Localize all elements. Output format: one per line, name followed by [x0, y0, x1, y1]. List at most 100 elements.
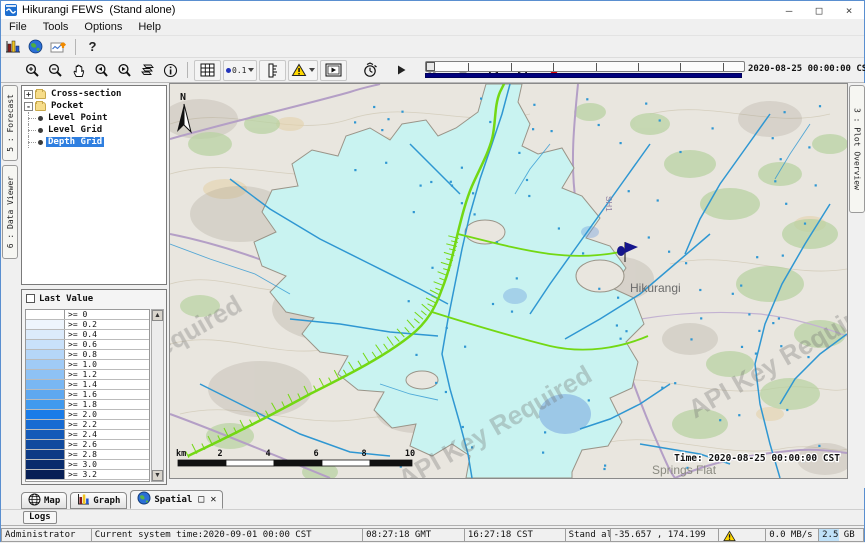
zoom-next-button[interactable] — [114, 60, 135, 80]
menu-tools[interactable]: Tools — [35, 19, 77, 35]
tree-item-depth-grid[interactable]: Depth Grid — [24, 136, 166, 148]
tab-label: Map — [44, 496, 60, 506]
legend-label: >= 0.6 — [64, 340, 149, 349]
logs-button[interactable]: Logs — [23, 511, 57, 524]
legend-table: >= 0>= 0.2>= 0.4>= 0.6>= 0.8>= 1.0>= 1.2… — [25, 309, 150, 482]
legend-row: >= 0.6 — [26, 340, 149, 350]
longitudinal-profile-button[interactable] — [262, 60, 283, 80]
data-tree: +Cross-section - Pocket Level PointLevel Gr… — [21, 85, 167, 285]
maximize-button[interactable]: □ — [804, 1, 834, 19]
timeseries-chart-button[interactable] — [48, 37, 69, 57]
tab-data-viewer[interactable]: 6 : Data Viewer — [2, 165, 18, 259]
tree-item-pocket[interactable]: - Pocket — [24, 100, 166, 112]
legend-label: >= 3.0 — [64, 460, 149, 469]
scroll-up-icon[interactable]: ▲ — [152, 310, 163, 321]
right-tab-strip: 3 : Plot Overview — [848, 83, 865, 488]
status-system-time: Current system time:2020-09-01 00:00 CST — [91, 528, 362, 542]
menu-options[interactable]: Options — [76, 19, 130, 35]
warning-icon — [722, 530, 737, 542]
tab-spatial[interactable]: Spatial□✕ — [130, 490, 223, 509]
locality-label: Springs Flat — [652, 463, 717, 477]
status-local-time: 16:27:18 CST — [464, 528, 565, 542]
tab-close-icon[interactable]: ✕ — [210, 494, 216, 505]
collapse-icon[interactable]: - — [24, 102, 33, 111]
timeline-track[interactable] — [425, 61, 745, 72]
legend-row: >= 0.8 — [26, 350, 149, 360]
threshold-display-button[interactable]: 0.1 — [223, 60, 257, 81]
map-view[interactable]: API Key Required API Key Required API Ke… — [169, 83, 848, 479]
graph-icon — [77, 493, 90, 508]
status-bar: AdministratorCurrent system time:2020-09… — [1, 525, 864, 543]
menu-file[interactable]: File — [1, 19, 35, 35]
legend-label: >= 0.2 — [64, 320, 149, 329]
legend-color-swatch — [26, 430, 64, 439]
zoom-in-button[interactable] — [22, 60, 43, 80]
tree-item-label: Level Point — [46, 113, 110, 123]
timeseries-dialog-button[interactable] — [2, 37, 23, 57]
tab-graph[interactable]: Graph — [70, 492, 127, 509]
chevron-down-icon[interactable] — [248, 68, 254, 72]
svg-text:N: N — [180, 92, 186, 103]
expand-icon[interactable]: + — [24, 90, 33, 99]
pan-button[interactable] — [68, 60, 89, 80]
tab-restore-icon[interactable]: □ — [198, 494, 204, 505]
legend-row: >= 1.2 — [26, 370, 149, 380]
tree-item-label: Pocket — [49, 101, 86, 111]
town-label: Hikurangi — [630, 281, 681, 295]
legend-label: >= 2.2 — [64, 420, 149, 429]
tree-item-cross-section[interactable]: +Cross-section — [24, 88, 166, 100]
tab-plot-overview[interactable]: 3 : Plot Overview — [849, 85, 865, 213]
layers-button[interactable] — [137, 60, 158, 80]
node-bullet-icon — [38, 128, 43, 133]
svg-text:2: 2 — [217, 449, 222, 459]
legend-color-swatch — [26, 400, 64, 409]
time-settings-button[interactable] — [359, 60, 380, 80]
view-tabs: MapGraphSpatial□✕ — [1, 488, 864, 509]
close-button[interactable]: × — [834, 1, 864, 19]
grid-display-button[interactable] — [197, 60, 218, 80]
zoom-previous-button[interactable] — [91, 60, 112, 80]
play-button[interactable] — [390, 60, 411, 80]
help-button[interactable]: ? — [82, 37, 103, 57]
legend-color-swatch — [26, 340, 64, 349]
legend-label: >= 1.0 — [64, 360, 149, 369]
warning-display-button[interactable] — [288, 60, 318, 81]
status-user: Administrator — [1, 528, 91, 542]
chevron-down-icon[interactable] — [309, 68, 315, 72]
timeline-thumb[interactable] — [426, 62, 435, 71]
scroll-down-icon[interactable]: ▼ — [152, 470, 163, 481]
legend-color-swatch — [26, 460, 64, 469]
timeline-tick — [596, 63, 597, 71]
status-gmt-time: 08:27:18 GMT — [362, 528, 464, 542]
toolbar-datetime: 2020-08-25 00:00:00 CST — [748, 64, 865, 74]
timeline-slider[interactable] — [425, 61, 745, 80]
map-time-label: Time: 2020-08-25 00:00:00 CST — [674, 453, 840, 464]
tab-label: Graph — [93, 496, 120, 506]
threshold-dot-icon — [226, 68, 231, 73]
legend-color-swatch — [26, 440, 64, 449]
legend-label: >= 1.4 — [64, 380, 149, 389]
legend-scrollbar[interactable]: ▲ ▼ — [151, 309, 164, 482]
legend-color-swatch — [26, 410, 64, 419]
node-bullet-icon — [38, 140, 43, 145]
info-button[interactable] — [160, 60, 181, 80]
legend-row: >= 2.6 — [26, 440, 149, 450]
tree-item-level-grid[interactable]: Level Grid — [24, 124, 166, 136]
tree-item-level-point[interactable]: Level Point — [24, 112, 166, 124]
map-display-button[interactable] — [25, 37, 46, 57]
last-value-checkbox[interactable] — [26, 294, 35, 303]
tab-map[interactable]: Map — [21, 492, 67, 509]
tree-item-label: Depth Grid — [46, 137, 104, 147]
menu-help[interactable]: Help — [130, 19, 169, 35]
legend-color-swatch — [26, 390, 64, 399]
zoom-out-button[interactable] — [45, 60, 66, 80]
timeline-tick — [638, 63, 639, 71]
tab-forecast[interactable]: 5 : Forecast — [2, 85, 18, 161]
animation-button[interactable] — [323, 60, 344, 80]
app-logo-icon — [5, 4, 17, 16]
app-window: Hikurangi FEWS (Stand alone) — □ × FileT… — [0, 0, 865, 542]
minimize-button[interactable]: — — [774, 1, 804, 19]
title-bar: Hikurangi FEWS (Stand alone) — □ × — [1, 1, 864, 19]
legend-label: >= 2.0 — [64, 410, 149, 419]
legend-label: >= 0.4 — [64, 330, 149, 339]
